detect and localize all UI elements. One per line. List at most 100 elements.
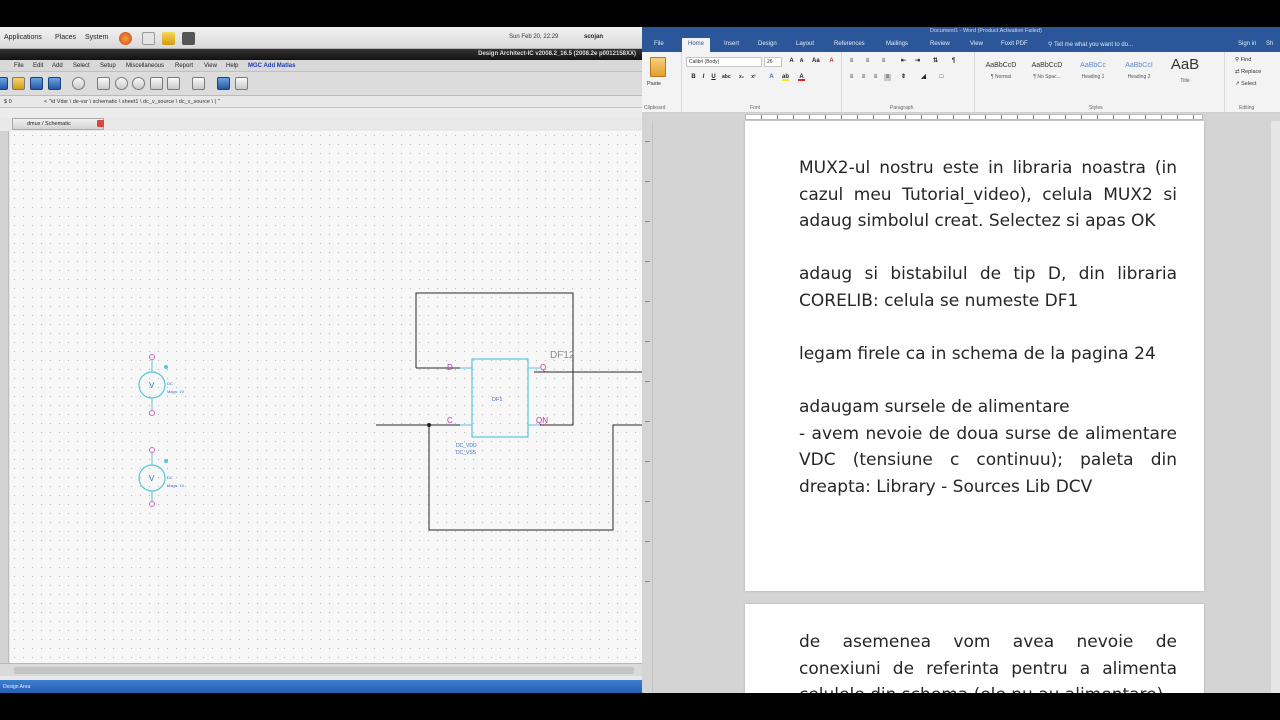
scrollbar-thumb[interactable] <box>14 667 634 674</box>
style-no-spacing[interactable]: AaBbCcD ¶ No Spac... <box>1025 58 1069 90</box>
tab-file[interactable]: File <box>654 41 664 47</box>
wire-bottom[interactable] <box>428 424 642 531</box>
sign-in-link[interactable]: Sign in <box>1238 41 1256 47</box>
decrease-indent-icon[interactable]: ⇤ <box>900 58 907 65</box>
vertical-ruler[interactable] <box>642 121 653 693</box>
font-color-icon[interactable]: A <box>798 74 805 81</box>
style-heading-2[interactable]: AaBbCcI Heading 2 <box>1117 58 1161 90</box>
gnome-menu-applications[interactable]: Applications <box>4 34 42 41</box>
menu-add[interactable]: Add <box>52 63 63 69</box>
find-button[interactable]: ⚲ Find <box>1235 57 1251 63</box>
align-right-icon[interactable]: ≡ <box>872 74 879 81</box>
subscript-icon[interactable]: x₂ <box>738 74 745 81</box>
highlight-icon[interactable]: ab <box>782 74 789 81</box>
schematic-canvas[interactable]: D C Q QN DF1 DF12 DC_VDD DC_VSS V DC Mag… <box>10 131 642 663</box>
grid-icon[interactable] <box>217 77 230 90</box>
menu-help[interactable]: Help <box>226 63 238 69</box>
dc-source-1[interactable]: V DC Magn: 1V <box>138 354 184 416</box>
zoom-in-icon[interactable] <box>115 77 128 90</box>
check-icon[interactable] <box>48 77 61 90</box>
paragraph-4[interactable]: adaugam sursele de alimentare - avem nev… <box>799 394 1177 500</box>
align-left-icon[interactable]: ≡ <box>848 74 855 81</box>
schematic-tab[interactable]: dmux / Schematic <box>12 118 104 130</box>
horizontal-scrollbar[interactable] <box>0 663 642 676</box>
notes-icon[interactable] <box>162 32 175 45</box>
paragraph-2[interactable]: adaug si bistabilul de tip D, din librar… <box>799 261 1177 314</box>
italic-icon[interactable]: I <box>700 74 707 81</box>
zoom-fit-icon[interactable] <box>97 77 110 90</box>
strikethrough-icon[interactable]: abc <box>722 74 731 81</box>
tool-select-icon[interactable] <box>0 77 8 90</box>
borders-icon[interactable]: □ <box>938 74 945 81</box>
shading-icon[interactable]: ◢ <box>920 74 927 81</box>
font-size-select[interactable]: 26 <box>764 57 782 67</box>
grow-font-icon[interactable]: A <box>788 58 795 65</box>
pan-icon[interactable] <box>167 77 180 90</box>
text-effects-icon[interactable]: A <box>768 74 775 81</box>
zoom-out-icon[interactable] <box>132 77 145 90</box>
menu-report[interactable]: Report <box>175 63 193 69</box>
share-button[interactable]: Sh <box>1266 41 1273 47</box>
menu-setup[interactable]: Setup <box>100 63 116 69</box>
show-marks-icon[interactable]: ¶ <box>950 58 957 65</box>
tab-design[interactable]: Design <box>758 41 777 47</box>
tell-me-box[interactable]: ⚲ Tell me what you want to do... <box>1048 41 1133 48</box>
menu-select[interactable]: Select <box>73 63 90 69</box>
paste-icon[interactable] <box>650 57 666 77</box>
sort-icon[interactable]: ⇅ <box>932 58 939 65</box>
style-title[interactable]: AaB Title <box>1163 56 1207 90</box>
style-normal[interactable]: AaBbCcD ¶ Normal <box>979 58 1023 90</box>
increase-indent-icon[interactable]: ⇥ <box>914 58 921 65</box>
firefox-icon[interactable] <box>119 32 132 45</box>
tab-view[interactable]: View <box>970 41 983 47</box>
menu-miscellaneous[interactable]: Miscellaneous <box>126 63 164 69</box>
select-button[interactable]: ↗ Select <box>1235 81 1256 87</box>
clear-format-icon[interactable]: A <box>828 58 835 65</box>
menu-mgc-add[interactable]: MGC Add Matlas <box>248 63 295 69</box>
vertical-scrollbar[interactable] <box>1271 121 1280 693</box>
document-page-1[interactable]: MUX2-ul nostru este in libraria noastra … <box>745 121 1204 591</box>
horizontal-ruler[interactable] <box>642 113 1280 121</box>
bullets-icon[interactable]: ≡ <box>848 58 855 65</box>
gnome-menu-places[interactable]: Places <box>55 34 76 41</box>
tab-foxit-pdf[interactable]: Foxit PDF <box>1001 41 1028 47</box>
paste-label[interactable]: Paste <box>647 81 661 87</box>
save-icon[interactable] <box>30 77 43 90</box>
menu-edit[interactable]: Edit <box>33 63 43 69</box>
align-center-icon[interactable]: ≡ <box>860 74 867 81</box>
change-case-icon[interactable]: Aa <box>812 58 820 65</box>
underline-icon[interactable]: U <box>710 74 717 81</box>
panel-user[interactable]: scojan <box>584 34 603 40</box>
bold-icon[interactable]: B <box>690 74 697 81</box>
menu-view[interactable]: View <box>204 63 217 69</box>
paragraph-3[interactable]: legam firele ca in schema de la pagina 2… <box>799 341 1177 368</box>
tab-references[interactable]: References <box>834 41 865 47</box>
line-spacing-icon[interactable]: ⇕ <box>900 74 907 81</box>
document-page-2[interactable]: de asemenea vom avea nevoie de conexiuni… <box>745 604 1204 693</box>
tab-review[interactable]: Review <box>930 41 950 47</box>
menu-file[interactable]: File <box>14 63 24 69</box>
tab-insert[interactable]: Insert <box>724 41 739 47</box>
close-tab-icon[interactable] <box>97 120 104 127</box>
window-icon[interactable] <box>235 77 248 90</box>
numbering-icon[interactable]: ≡ <box>864 58 871 65</box>
replace-button[interactable]: ⇄ Replace <box>1235 69 1261 75</box>
dc-source-2[interactable]: V DC Magn: 1V <box>138 447 184 507</box>
redraw-icon[interactable] <box>192 77 205 90</box>
paragraph-5[interactable]: de asemenea vom avea nevoie de conexiuni… <box>799 629 1177 693</box>
terminal-icon[interactable] <box>182 32 195 45</box>
shrink-font-icon[interactable]: A <box>798 58 805 65</box>
tab-layout[interactable]: Layout <box>796 41 814 47</box>
zoom-area-icon[interactable] <box>150 77 163 90</box>
paragraph-1[interactable]: MUX2-ul nostru este in libraria noastra … <box>799 155 1177 235</box>
panel-clock[interactable]: Sun Feb 20, 22:29 <box>509 34 558 40</box>
tab-home[interactable]: Home <box>682 38 711 52</box>
style-heading-1[interactable]: AaBbCc Heading 1 <box>1071 58 1115 90</box>
open-icon[interactable] <box>12 77 25 90</box>
font-name-select[interactable]: Calibri (Body) <box>686 57 762 67</box>
multilevel-icon[interactable]: ≡ <box>880 58 887 65</box>
justify-icon[interactable]: ≡ <box>884 74 891 81</box>
print-icon[interactable] <box>72 77 85 90</box>
tab-mailings[interactable]: Mailings <box>886 41 908 47</box>
help-icon[interactable] <box>142 32 155 45</box>
